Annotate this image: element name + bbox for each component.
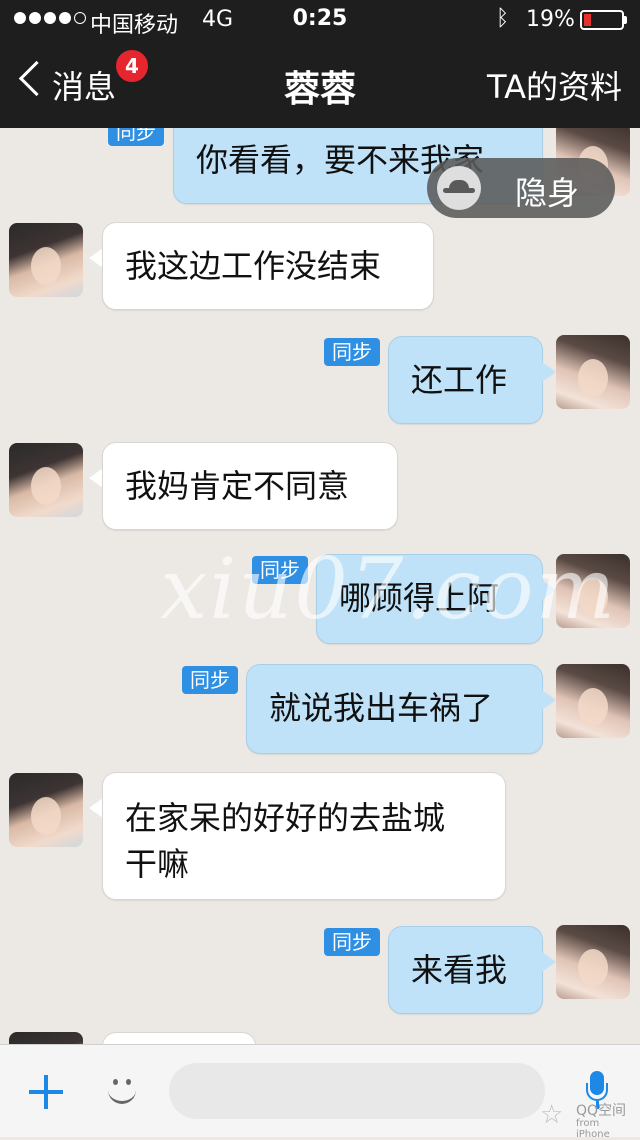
sync-tag: 同步 [324, 928, 380, 956]
contact-avatar[interactable] [9, 1032, 83, 1044]
chevron-left-icon [18, 60, 55, 97]
sync-tag: 同步 [324, 338, 380, 366]
message-line: 在家呆的好好的去盐城 [125, 799, 446, 837]
incoming-message[interactable]: 我妈肯定不同意 [102, 442, 398, 530]
bubble-tail [89, 468, 103, 488]
message-list[interactable]: 同步 你看看，要不来我家 隐身 我这边工作没结束 同步 还工作 我妈肯定不同意 … [0, 128, 640, 1044]
incoming-message[interactable]: 我这边工作没结束 [102, 222, 434, 310]
bubble-tail [89, 248, 103, 268]
my-avatar[interactable] [556, 335, 630, 409]
star-icon: ☆ [540, 1100, 564, 1130]
contact-avatar[interactable] [9, 443, 83, 517]
battery-percent: 19% [526, 7, 575, 32]
emoji-mouth [108, 1083, 136, 1104]
bubble-tail [542, 690, 556, 710]
my-avatar[interactable] [556, 925, 630, 999]
contact-avatar[interactable] [9, 773, 83, 847]
incognito-hat-icon [437, 166, 481, 210]
qzone-sublabel: from iPhone [576, 1118, 610, 1140]
battery-tip [624, 16, 627, 24]
plus-icon[interactable] [29, 1075, 63, 1109]
incoming-message[interactable] [102, 1032, 256, 1044]
back-label: 消息 [52, 68, 117, 106]
outgoing-message[interactable]: 还工作 [388, 336, 543, 424]
message-line: 干嘛 [125, 845, 190, 883]
qzone-watermark: ☆ QQ空间 from iPhone [540, 1098, 636, 1140]
avatar-face [31, 797, 61, 835]
battery-level [584, 14, 591, 26]
avatar-face [31, 247, 61, 285]
incognito-toggle[interactable]: 隐身 [427, 158, 615, 218]
emoji-icon[interactable] [104, 1073, 140, 1109]
outgoing-message[interactable]: 就说我出车祸了 [246, 664, 543, 754]
profile-button[interactable]: TA的资料 [487, 62, 622, 108]
outgoing-message[interactable]: 来看我 [388, 926, 543, 1014]
my-avatar[interactable] [556, 664, 630, 738]
bubble-tail [89, 798, 103, 818]
incognito-label: 隐身 [515, 174, 580, 212]
incoming-message[interactable]: 在家呆的好好的去盐城 干嘛 [102, 772, 506, 900]
avatar-face [578, 359, 608, 397]
sync-tag: 同步 [182, 666, 238, 694]
avatar-face [578, 688, 608, 726]
unread-badge: 4 [114, 48, 150, 84]
bluetooth-icon: ᛒ [496, 6, 510, 31]
avatar-face [31, 467, 61, 505]
qzone-label: QQ空间 [576, 1103, 627, 1119]
bubble-tail [542, 952, 556, 972]
navigation-bar: 消息 4 蓉蓉 TA的资料 [0, 40, 640, 128]
sync-tag: 同步 [108, 128, 164, 146]
status-bar: 中国移动 4G 0:25 ᛒ 19% [0, 0, 640, 40]
battery-icon [580, 10, 624, 30]
bubble-tail [542, 362, 556, 382]
avatar-face [578, 949, 608, 987]
site-watermark: xiu07.com [160, 540, 618, 638]
contact-avatar[interactable] [9, 223, 83, 297]
message-input[interactable] [169, 1063, 545, 1119]
top-bar: 中国移动 4G 0:25 ᛒ 19% 消息 4 蓉蓉 TA的资料 [0, 0, 640, 128]
